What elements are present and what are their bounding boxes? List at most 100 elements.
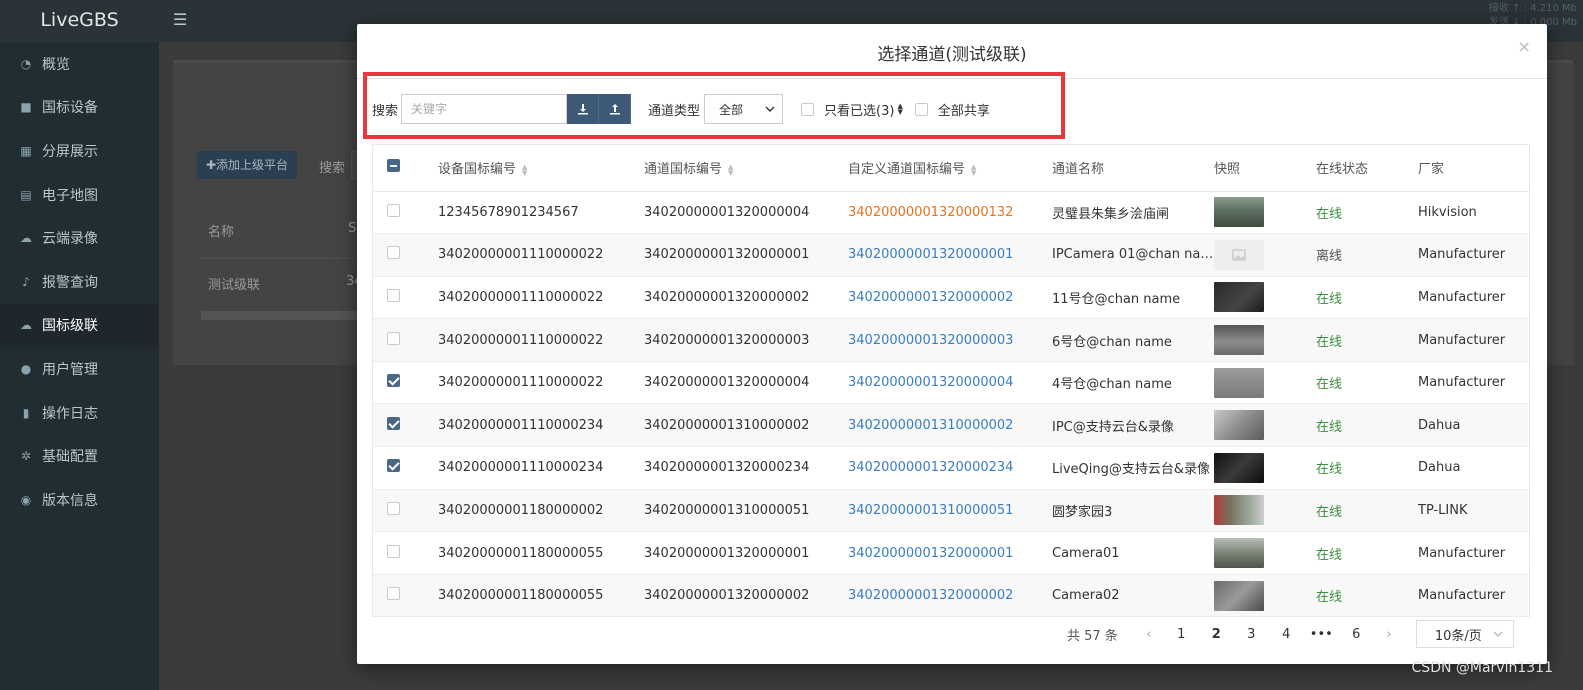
snapshot-thumbnail[interactable] — [1214, 495, 1264, 526]
row-checkbox[interactable] — [387, 501, 400, 515]
table-row[interactable]: 34020000001180000055 34020000001320000001… — [373, 531, 1529, 575]
snapshot-thumbnail[interactable] — [1214, 410, 1264, 441]
bg-scrollbar[interactable] — [201, 311, 376, 320]
row-checkbox[interactable] — [387, 331, 400, 345]
snapshot-cell — [1214, 233, 1316, 277]
sidebar-item[interactable]: ◔ 概览 — [0, 42, 159, 86]
row-checkbox[interactable] — [387, 288, 400, 302]
page-number[interactable]: 2 — [1199, 627, 1234, 642]
brand-logo[interactable]: LiveGBS — [0, 0, 159, 42]
table-row[interactable]: 34020000001180000055 34020000001320000002… — [373, 574, 1529, 618]
sidebar-item[interactable]: ☁ 国标级联 — [0, 303, 159, 348]
sidebar-item[interactable]: ♪ 报警查询 — [0, 260, 159, 304]
row-checkbox[interactable] — [387, 203, 400, 217]
sort-icon[interactable]: ▲ ▼ — [522, 163, 527, 176]
page-number[interactable]: 4 — [1269, 627, 1304, 642]
sidebar-item[interactable]: ● 用户管理 — [0, 347, 159, 391]
sidebar-item[interactable]: ▦ 分屏展示 — [0, 129, 159, 173]
row-checkbox-cell — [373, 233, 438, 277]
snapshot-thumbnail[interactable] — [1214, 580, 1264, 611]
col-status-label: 在线状态 — [1316, 162, 1369, 178]
sidebar-item[interactable]: ☁ 云端录像 — [0, 216, 159, 260]
snapshot-thumbnail[interactable] — [1214, 538, 1264, 569]
sidebar-item[interactable]: ■ 国标设备 — [0, 86, 159, 130]
snapshot-thumbnail[interactable] — [1214, 197, 1264, 228]
page-size-select[interactable]: 10条/页 — [1415, 620, 1514, 648]
prev-page-button[interactable]: ‹ — [1134, 627, 1164, 642]
chevron-down-icon — [1493, 631, 1503, 637]
page-number[interactable]: 6 — [1339, 627, 1374, 642]
table-row[interactable]: 34020000001110000234 34020000001320000234… — [373, 446, 1529, 490]
share-all-label: 全部共享 — [937, 103, 990, 119]
custom-channel-id-link[interactable]: 34020000001310000051 — [848, 489, 1052, 533]
device-id-cell: 34020000001110000022 — [438, 233, 644, 277]
table-row[interactable]: 34020000001110000022 34020000001320000004… — [373, 361, 1529, 405]
row-checkbox[interactable] — [387, 544, 400, 558]
device-id-cell: 34020000001110000022 — [438, 361, 644, 405]
row-checkbox-cell — [373, 403, 438, 448]
keyword-search-input[interactable] — [401, 94, 568, 124]
custom-channel-id-link[interactable]: 34020000001320000004 — [848, 361, 1052, 405]
sidebar-item[interactable]: ▤ 电子地图 — [0, 173, 159, 217]
sidebar-item[interactable]: ◉ 版本信息 — [0, 478, 159, 522]
col-snapshot-label: 快照 — [1214, 162, 1241, 178]
custom-channel-id-link[interactable]: 34020000001320000002 — [848, 574, 1052, 618]
row-checkbox[interactable] — [387, 459, 400, 473]
hamburger-menu-icon[interactable]: ☰ — [173, 10, 187, 29]
custom-channel-id-link[interactable]: 34020000001320000001 — [848, 531, 1052, 575]
select-all-checkbox[interactable] — [387, 159, 400, 173]
row-checkbox[interactable] — [387, 374, 400, 388]
bg-col-name: 名称 — [208, 225, 235, 240]
table-row[interactable]: 34020000001110000022 34020000001320000002… — [373, 276, 1529, 320]
snapshot-thumbnail[interactable] — [1214, 325, 1264, 356]
sidebar-item[interactable]: ✲ 基础配置 — [0, 434, 159, 478]
custom-channel-id-link[interactable]: 34020000001320000003 — [848, 318, 1052, 362]
page-number[interactable]: 3 — [1234, 627, 1269, 642]
sort-icon[interactable]: ▲ ▼ — [971, 163, 976, 176]
channel-id-cell: 34020000001320000004 — [644, 361, 848, 405]
snapshot-cell — [1214, 403, 1316, 448]
share-all-toggle[interactable]: 全部共享 — [914, 100, 990, 119]
row-checkbox[interactable] — [387, 246, 400, 260]
custom-channel-id-link[interactable]: 34020000001320000001 — [848, 233, 1052, 277]
image-placeholder-icon[interactable] — [1214, 239, 1264, 270]
bg-search-label: 搜索 — [319, 161, 346, 176]
only-selected-toggle[interactable]: 只看已选(3) ▲ ▼ — [801, 100, 903, 119]
sidebar-item-label: 用户管理 — [42, 361, 98, 378]
sort-icon[interactable]: ▲ ▼ — [897, 103, 902, 116]
custom-channel-id-link[interactable]: 34020000001320000132 — [848, 191, 1052, 235]
table-row[interactable]: 12345678901234567 34020000001320000004 340… — [373, 191, 1529, 235]
upload-button[interactable] — [599, 94, 632, 124]
download-button[interactable] — [567, 94, 600, 124]
channel-type-select[interactable]: 全部 — [704, 94, 784, 124]
share-all-checkbox[interactable] — [914, 102, 928, 116]
page-ellipsis[interactable]: ••• — [1304, 627, 1339, 642]
divider — [197, 258, 377, 259]
sidebar-item[interactable]: ▮ 操作日志 — [0, 391, 159, 435]
table-row[interactable]: 34020000001180000002 34020000001310000051… — [373, 489, 1529, 533]
row-checkbox[interactable] — [387, 416, 400, 430]
next-page-button[interactable]: › — [1374, 627, 1404, 642]
table-row[interactable]: 34020000001110000234 34020000001310000002… — [373, 403, 1529, 448]
custom-channel-id-link[interactable]: 34020000001310000002 — [848, 403, 1052, 448]
device-id-cell: 12345678901234567 — [438, 191, 644, 235]
table-row[interactable]: 34020000001110000022 34020000001320000003… — [373, 318, 1529, 362]
snapshot-thumbnail[interactable] — [1214, 282, 1264, 313]
channel-id-cell: 34020000001320000003 — [644, 318, 848, 362]
row-checkbox[interactable] — [387, 587, 400, 601]
channel-name-cell: 灵璧县朱集乡浍庙闸 — [1052, 191, 1214, 235]
snapshot-thumbnail[interactable] — [1214, 452, 1264, 483]
custom-channel-id-link[interactable]: 34020000001320000002 — [848, 276, 1052, 320]
add-platform-button[interactable]: ✚添加上级平台 — [197, 151, 298, 179]
col-custom-id[interactable]: 自定义通道国标编号 ▲ ▼ — [848, 145, 1052, 192]
close-icon[interactable]: × — [1518, 37, 1531, 56]
col-channel-id[interactable]: 通道国标编号 ▲ ▼ — [644, 145, 848, 192]
vendor-cell: Manufacturer — [1418, 233, 1529, 277]
table-row[interactable]: 34020000001110000022 34020000001320000001… — [373, 233, 1529, 277]
page-number[interactable]: 1 — [1164, 627, 1199, 642]
col-device-id[interactable]: 设备国标编号 ▲ ▼ — [438, 145, 644, 192]
custom-channel-id-link[interactable]: 34020000001320000234 — [848, 446, 1052, 490]
sort-icon[interactable]: ▲ ▼ — [728, 163, 733, 176]
snapshot-thumbnail[interactable] — [1214, 367, 1264, 398]
only-selected-checkbox[interactable] — [801, 102, 815, 116]
